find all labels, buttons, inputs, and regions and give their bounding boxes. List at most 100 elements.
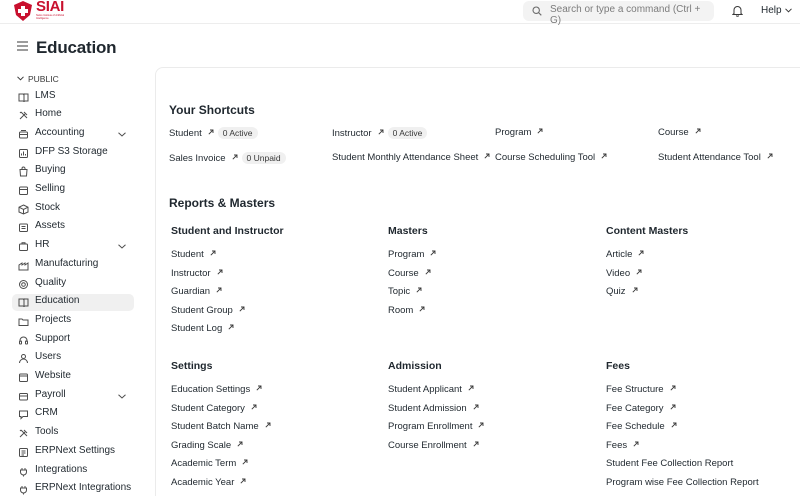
shortcut-sales-invoice[interactable]: Sales Invoice 0 Unpaid xyxy=(169,152,286,164)
link-student-batch-name[interactable]: Student Batch Name xyxy=(171,421,271,432)
sidebar-item-label: Website xyxy=(35,370,71,381)
folder-icon xyxy=(18,318,29,326)
sidebar-item-quality[interactable]: Quality xyxy=(12,276,134,293)
arrow-up-right-icon xyxy=(237,441,243,447)
link-label: Student Fee Collection Report xyxy=(606,458,734,470)
sidebar-item-tools[interactable]: Tools xyxy=(12,425,134,442)
sidebar-item-website[interactable]: Website xyxy=(12,369,134,386)
link-student-category[interactable]: Student Category xyxy=(171,403,257,414)
link-guardian[interactable]: Guardian xyxy=(171,286,222,297)
shortcuts-title: Your Shortcuts xyxy=(169,103,255,117)
link-student-applicant[interactable]: Student Applicant xyxy=(388,384,474,395)
shortcut-course[interactable]: Course xyxy=(658,127,701,138)
shortcut-course-scheduling-tool[interactable]: Course Scheduling Tool xyxy=(495,152,607,163)
sidebar-group-public[interactable]: PUBLIC xyxy=(17,74,59,84)
link-label: Student Applicant xyxy=(388,384,462,395)
sidebar-item-hr[interactable]: HR xyxy=(12,238,134,255)
link-student-log[interactable]: Student Log xyxy=(171,323,234,334)
sidebar-item-erpnext-integrations[interactable]: ERPNext Integrations xyxy=(12,481,134,496)
sidebar-item-crm[interactable]: CRM xyxy=(12,406,134,423)
link-room[interactable]: Room xyxy=(388,305,425,316)
sidebar-item-label: Manufacturing xyxy=(35,257,99,269)
link-course-enrollment[interactable]: Course Enrollment xyxy=(388,440,479,451)
link-topic[interactable]: Topic xyxy=(388,286,422,297)
top-navbar: SIAI Swiss Institute of Artificial Intel… xyxy=(0,0,800,26)
workspace-content: Your Shortcuts Student 0 Active Instructor… xyxy=(155,67,800,496)
link-student-group[interactable]: Student Group xyxy=(171,305,245,316)
link-label: Program Enrollment xyxy=(388,421,473,433)
sidebar-item-selling[interactable]: Selling xyxy=(12,182,134,199)
help-menu-button[interactable]: Help xyxy=(761,5,782,16)
link-program-wise-fee-collection-report[interactable]: Program wise Fee Collection Report xyxy=(606,477,759,488)
sidebar-item-stock[interactable]: Stock xyxy=(12,201,134,218)
link-academic-term[interactable]: Academic Term xyxy=(171,458,248,469)
hr-icon xyxy=(19,242,28,252)
arrow-up-right-icon xyxy=(670,404,676,410)
count-badge: 0 Active xyxy=(387,127,428,139)
search-placeholder: Search or type a command (Ctrl + G) xyxy=(550,4,701,26)
card-title-admission: Admission xyxy=(388,360,442,372)
card-title-fees: Fees xyxy=(606,360,630,372)
link-quiz[interactable]: Quiz xyxy=(606,286,638,297)
sidebar-item-home[interactable]: Home xyxy=(12,107,134,124)
link-label: Education Settings xyxy=(171,384,251,395)
logo-subtitle: Swiss Institute of Artificial Intelligen… xyxy=(36,14,65,20)
chevron-down-icon[interactable] xyxy=(118,394,126,399)
link-program[interactable]: Program xyxy=(388,249,436,260)
link-label: Fees xyxy=(606,439,628,451)
link-fee-structure[interactable]: Fee Structure xyxy=(606,384,676,395)
link-program-enrollment[interactable]: Program Enrollment xyxy=(388,421,484,432)
arrow-up-right-icon xyxy=(638,250,644,256)
link-label: Guardian xyxy=(171,286,211,298)
link-fee-schedule[interactable]: Fee Schedule xyxy=(606,421,677,432)
link-label: Instructor xyxy=(171,267,211,279)
sidebar-item-integrations[interactable]: Integrations xyxy=(12,463,134,480)
chevron-down-icon[interactable] xyxy=(118,132,126,137)
sidebar-item-projects[interactable]: Projects xyxy=(12,313,134,330)
sidebar-item-label: Quality xyxy=(35,276,67,288)
shortcut-instructor[interactable]: Instructor 0 Active xyxy=(332,127,428,139)
shortcut-student-attendance-tool[interactable]: Student Attendance Tool xyxy=(658,152,773,163)
link-student[interactable]: Student xyxy=(171,249,216,260)
shortcut-student-monthly-attendance-sheet[interactable]: Student Monthly Attendance Sheet xyxy=(332,152,490,163)
arrow-up-right-icon xyxy=(473,441,479,447)
shortcut-student[interactable]: Student 0 Active xyxy=(169,127,258,139)
sidebar-item-users[interactable]: Users xyxy=(12,350,134,367)
sidebar-item-label: Users xyxy=(35,351,62,363)
sidebar-toggle-icon[interactable] xyxy=(17,41,28,51)
link-article[interactable]: Article xyxy=(606,249,644,260)
link-education-settings[interactable]: Education Settings xyxy=(171,384,262,395)
sidebar-item-label: Tools xyxy=(35,426,59,438)
link-grading-scale[interactable]: Grading Scale xyxy=(171,440,243,451)
notification-bell-icon[interactable] xyxy=(732,5,743,17)
arrow-up-right-icon xyxy=(240,478,246,484)
arrow-up-right-icon xyxy=(216,287,222,293)
sidebar-item-accounting[interactable]: Accounting xyxy=(12,126,134,143)
chevron-down-icon[interactable] xyxy=(118,244,126,249)
link-academic-year[interactable]: Academic Year xyxy=(171,477,246,488)
sidebar-item-support[interactable]: Support xyxy=(12,332,134,349)
link-student-fee-collection-report[interactable]: Student Fee Collection Report xyxy=(606,458,733,469)
sidebar-item-assets[interactable]: Assets xyxy=(12,219,134,236)
link-label: Student Batch Name xyxy=(171,421,259,433)
link-fee-category[interactable]: Fee Category xyxy=(606,403,676,414)
accounting-icon xyxy=(19,129,28,139)
link-course[interactable]: Course xyxy=(388,268,431,279)
search-input[interactable]: Search or type a command (Ctrl + G) xyxy=(523,1,714,26)
link-label: Student Category xyxy=(171,402,245,414)
shortcut-program[interactable]: Program xyxy=(495,127,543,138)
link-video[interactable]: Video xyxy=(606,268,642,279)
arrow-up-right-icon xyxy=(378,129,384,135)
sidebar-item-erpnext-settings[interactable]: ERPNext Settings xyxy=(12,444,134,461)
sidebar-item-buying[interactable]: Buying xyxy=(12,163,134,180)
sidebar-item-payroll[interactable]: Payroll xyxy=(12,388,134,405)
siai-logo[interactable]: SIAI Swiss Institute of Artificial Intel… xyxy=(12,0,70,22)
link-instructor[interactable]: Instructor xyxy=(171,268,223,279)
sidebar-item-lms[interactable]: LMS xyxy=(12,89,134,106)
link-fees[interactable]: Fees xyxy=(606,440,639,451)
sidebar-item-education[interactable]: Education xyxy=(12,294,134,312)
sidebar-item-dfp-s3-storage[interactable]: DFP S3 Storage xyxy=(12,145,134,162)
shortcut-label: Instructor xyxy=(332,128,372,139)
link-student-admission[interactable]: Student Admission xyxy=(388,403,479,414)
sidebar-item-manufacturing[interactable]: Manufacturing xyxy=(12,257,134,274)
